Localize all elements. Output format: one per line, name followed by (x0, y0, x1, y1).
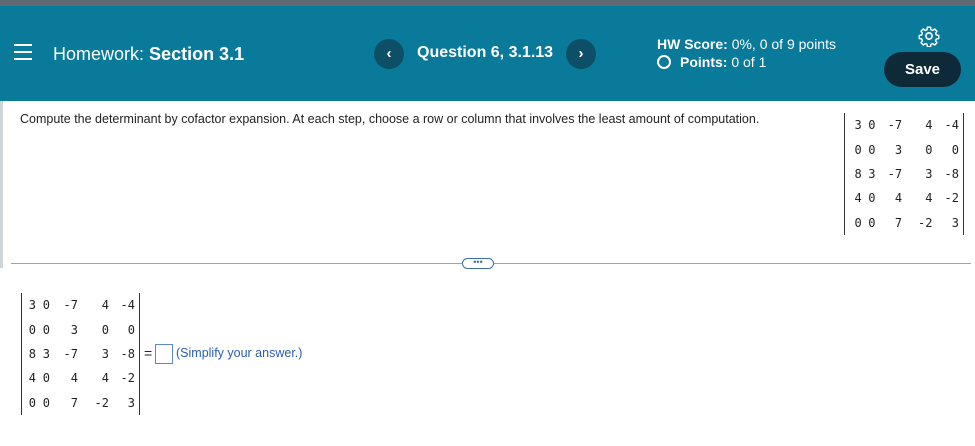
equals-sign: = (144, 345, 153, 361)
points-circle-icon (657, 55, 671, 69)
matrix-cell: 0 (868, 191, 876, 206)
matrix-cell: 3 (854, 118, 862, 133)
matrix-cell: 4 (70, 371, 78, 386)
answer-matrix: 3 0 -7 4 -4 0 0 3 0 0 8 3 -7 3 -8 4 0 4 … (21, 293, 140, 415)
matrix-cell: 0 (42, 298, 50, 313)
problem-prompt: Compute the determinant by cofactor expa… (20, 112, 760, 126)
matrix-cell: 4 (101, 298, 109, 313)
matrix-cell: 0 (868, 215, 876, 230)
matrix-cell: 0 (925, 142, 933, 157)
points: Points: 0 of 1 (657, 54, 766, 70)
matrix-cell: -7 (63, 298, 78, 313)
matrix-cell: -7 (63, 346, 78, 361)
matrix-cell: -7 (887, 118, 903, 133)
hw-score-label: HW Score: (657, 36, 728, 52)
matrix-cell: 0 (868, 118, 876, 133)
menu-icon[interactable] (14, 44, 32, 60)
matrix-cell: 3 (101, 346, 109, 361)
simplify-hint: (Simplify your answer.) (176, 346, 303, 360)
matrix-cell: 4 (28, 371, 36, 386)
answer-input[interactable] (155, 344, 173, 364)
points-label: Points: (680, 54, 728, 70)
left-accent-bar (0, 101, 3, 268)
hw-score: HW Score: 0%, 0 of 9 points (657, 36, 836, 52)
previous-question-button[interactable]: ‹ (374, 39, 404, 69)
question-title: Question 6, 3.1.13 (417, 44, 554, 61)
homework-header: Homework: Section 3.1 ‹ Question 6, 3.1.… (0, 6, 975, 101)
matrix-row: 0 0 3 0 0 (850, 137, 959, 161)
matrix-cell: 3 (42, 346, 50, 361)
matrix-cell: 4 (925, 118, 933, 133)
matrix-cell: -2 (120, 371, 135, 386)
matrix-cell: 0 (42, 371, 50, 386)
matrix-cell: 0 (42, 395, 50, 410)
matrix-cell: 0 (951, 142, 959, 157)
matrix-cell: 3 (925, 166, 933, 181)
matrix-cell: 3 (28, 298, 36, 313)
matrix-cell: 0 (854, 142, 862, 157)
matrix-cell: -8 (120, 346, 135, 361)
homework-label: Homework: (53, 44, 145, 64)
matrix-row: 3 0 -7 4 -4 (26, 293, 135, 317)
matrix-cell: 7 (894, 215, 903, 230)
matrix-cell: -4 (120, 298, 135, 313)
matrix-row: 4 0 4 4 -2 (26, 366, 135, 390)
matrix-cell: 7 (70, 395, 78, 410)
matrix-cell: 4 (894, 191, 903, 206)
matrix-cell: -2 (94, 395, 109, 410)
matrix-row: 4 0 4 4 -2 (850, 186, 959, 210)
matrix-cell: 4 (101, 371, 109, 386)
matrix-cell: 0 (127, 322, 135, 337)
matrix-cell: 3 (868, 166, 876, 181)
save-button[interactable]: Save (884, 52, 961, 87)
divider-handle[interactable]: ••• (462, 258, 494, 269)
matrix-cell: 0 (28, 395, 36, 410)
reference-matrix: 3 0 -7 4 -4 0 0 3 0 0 8 3 -7 3 -8 4 0 4 … (844, 113, 964, 235)
matrix-row: 8 3 -7 3 -8 (850, 162, 959, 186)
matrix-row: 0 0 7 -2 3 (26, 391, 135, 415)
matrix-cell: 0 (868, 142, 876, 157)
matrix-cell: -2 (944, 191, 959, 206)
matrix-cell: -8 (944, 166, 959, 181)
matrix-cell: 3 (70, 322, 78, 337)
matrix-cell: 0 (101, 322, 109, 337)
hw-score-value: 0%, 0 of 9 points (731, 36, 836, 52)
matrix-cell: 4 (925, 191, 933, 206)
matrix-row: 8 3 -7 3 -8 (26, 342, 135, 366)
matrix-row: 0 0 3 0 0 (26, 317, 135, 341)
settings-gear-icon[interactable] (918, 25, 940, 47)
points-value: 0 of 1 (731, 54, 767, 70)
matrix-cell: 4 (854, 191, 862, 206)
matrix-cell: 3 (894, 142, 903, 157)
matrix-cell: 3 (127, 395, 135, 410)
matrix-row: 0 0 7 -2 3 (850, 211, 959, 235)
matrix-cell: -7 (887, 166, 903, 181)
matrix-row: 3 0 -7 4 -4 (850, 113, 959, 137)
matrix-cell: 0 (854, 215, 862, 230)
matrix-cell: -2 (918, 215, 933, 230)
matrix-cell: 0 (42, 322, 50, 337)
matrix-cell: 0 (28, 322, 36, 337)
next-question-button[interactable]: › (566, 39, 596, 69)
homework-title: Homework: Section 3.1 (53, 44, 244, 65)
matrix-cell: 3 (951, 215, 959, 230)
matrix-cell: -4 (944, 118, 959, 133)
matrix-cell: 8 (28, 346, 36, 361)
section-name: Section 3.1 (149, 44, 245, 64)
matrix-cell: 8 (854, 166, 862, 181)
